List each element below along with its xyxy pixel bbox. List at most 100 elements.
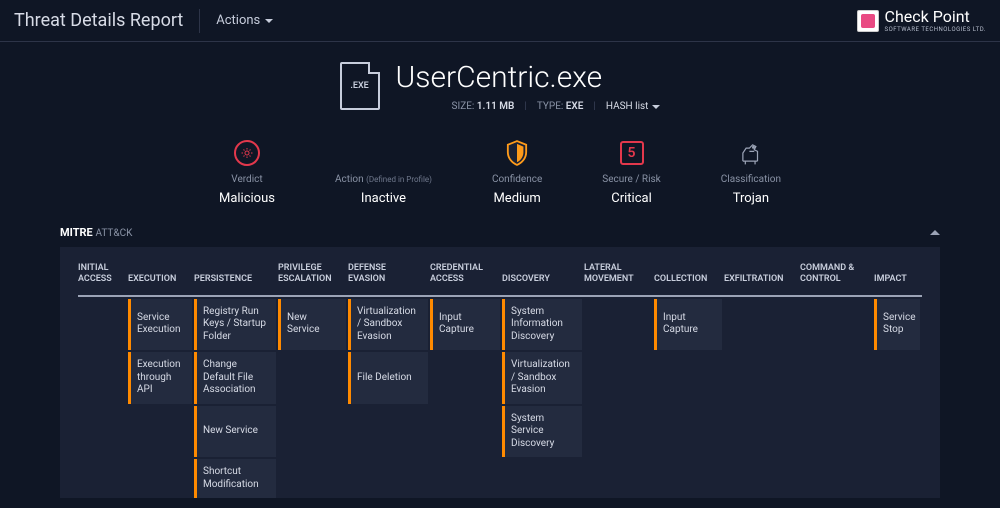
mitre-technique-cell[interactable]: Service Execution: [128, 299, 192, 351]
mitre-empty-cell: [128, 459, 192, 498]
mitre-column-header: COMMAND & CONTROL: [800, 263, 874, 297]
mitre-empty-cell: [430, 406, 500, 458]
hash-label: HASH list: [606, 101, 649, 112]
hash-list-dropdown[interactable]: HASH list: [606, 101, 661, 112]
mitre-empty-cell: [724, 406, 798, 458]
mitre-empty-cell: [800, 406, 872, 458]
mitre-technique-cell[interactable]: Input Capture: [654, 299, 722, 351]
exe-badge: .EXE: [350, 81, 368, 91]
verdict-value: Malicious: [219, 191, 275, 206]
risk-label: Secure / Risk: [602, 174, 661, 185]
mitre-technique-cell[interactable]: Virtualization / Sandbox Evasion: [348, 299, 428, 351]
mitre-technique-cell[interactable]: Shortcut Modification: [194, 459, 276, 498]
classification-label: Classification: [721, 174, 781, 185]
mitre-empty-cell: [278, 406, 346, 458]
file-title-row: .EXE UserCentric.exe SIZE: 1.11 MB | TYP…: [340, 60, 661, 112]
actions-label: Actions: [216, 13, 260, 28]
mitre-empty-cell: [430, 352, 500, 404]
mitre-empty-cell: [78, 299, 126, 351]
mitre-column-header: LATERAL MOVEMENT: [584, 263, 654, 297]
mitre-technique-cell[interactable]: File Deletion: [348, 352, 428, 404]
mitre-technique-cell[interactable]: New Service: [194, 406, 276, 458]
mitre-technique-cell[interactable]: System Information Discovery: [502, 299, 582, 351]
mitre-column-header: DISCOVERY: [502, 263, 584, 297]
mitre-empty-cell: [584, 406, 652, 458]
collapse-chevron-icon[interactable]: [930, 230, 940, 235]
mitre-technique-cell[interactable]: Input Capture: [430, 299, 500, 351]
risk-score-icon: 5: [617, 138, 647, 168]
mitre-body: INITIAL ACCESSEXECUTIONPERSISTENCEPRIVIL…: [60, 247, 940, 498]
mitre-empty-cell: [502, 459, 582, 498]
top-bar: Threat Details Report Actions Check Poin…: [0, 0, 1000, 42]
mitre-technique-cell[interactable]: Virtualization / Sandbox Evasion: [502, 352, 582, 404]
confidence-indicator: Confidence Medium: [492, 138, 542, 206]
verdict-label: Verdict: [231, 174, 262, 185]
mitre-technique-cell[interactable]: System Service Discovery: [502, 406, 582, 458]
mitre-empty-cell: [78, 352, 126, 404]
mitre-empty-cell: [874, 352, 920, 404]
mitre-empty-cell: [78, 406, 126, 458]
mitre-empty-cell: [724, 299, 798, 351]
mitre-technique-cell[interactable]: Service Stop: [874, 299, 920, 351]
mitre-technique-cell[interactable]: Registry Run Keys / Startup Folder: [194, 299, 276, 351]
classification-value: Trojan: [733, 191, 769, 206]
mitre-empty-cell: [874, 406, 920, 458]
action-icon: [368, 138, 398, 168]
file-header: .EXE UserCentric.exe SIZE: 1.11 MB | TYP…: [0, 42, 1000, 120]
mitre-empty-cell: [724, 352, 798, 404]
meta-divider: |: [593, 101, 595, 112]
mitre-section: MITRE ATT&CK INITIAL ACCESSEXECUTIONPERS…: [0, 220, 1000, 498]
logo-mark-icon: [857, 10, 879, 32]
mitre-empty-cell: [348, 459, 428, 498]
meta-divider: |: [524, 101, 526, 112]
mitre-empty-cell: [584, 459, 652, 498]
top-bar-left: Threat Details Report Actions: [14, 9, 273, 33]
action-value: Inactive: [361, 191, 406, 206]
mitre-empty-cell: [430, 459, 500, 498]
mitre-empty-cell: [654, 406, 722, 458]
mitre-column-header: DEFENSE EVASION: [348, 263, 430, 297]
mitre-empty-cell: [584, 299, 652, 351]
mitre-grid: INITIAL ACCESSEXECUTIONPERSISTENCEPRIVIL…: [78, 263, 922, 498]
mitre-empty-cell: [654, 459, 722, 498]
mitre-empty-cell: [874, 459, 920, 498]
malware-icon: [232, 138, 262, 168]
risk-score: 5: [620, 141, 644, 165]
mitre-technique-cell[interactable]: Change Default File Association: [194, 352, 276, 404]
divider: [199, 9, 200, 33]
mitre-empty-cell: [724, 459, 798, 498]
logo-name: Check Point: [885, 9, 986, 25]
shield-icon: [502, 138, 532, 168]
mitre-column-header: EXECUTION: [128, 263, 194, 297]
mitre-empty-cell: [654, 352, 722, 404]
mitre-empty-cell: [278, 352, 346, 404]
mitre-empty-cell: [584, 352, 652, 404]
mitre-empty-cell: [800, 459, 872, 498]
logo-tagline: SOFTWARE TECHNOLOGIES LTD.: [885, 27, 986, 33]
trojan-horse-icon: [736, 138, 766, 168]
mitre-technique-cell[interactable]: New Service: [278, 299, 346, 351]
indicator-row: Verdict Malicious Action (Defined in Pro…: [0, 120, 1000, 220]
exe-file-icon: .EXE: [340, 62, 380, 110]
actions-dropdown[interactable]: Actions: [216, 13, 273, 28]
risk-indicator: 5 Secure / Risk Critical: [602, 138, 661, 206]
mitre-header[interactable]: MITRE ATT&CK: [60, 220, 940, 247]
mitre-column-header: PERSISTENCE: [194, 263, 278, 297]
type-value: EXE: [566, 101, 584, 112]
mitre-column-header: CREDENTIAL ACCESS: [430, 263, 502, 297]
mitre-empty-cell: [348, 406, 428, 458]
size-value: 1.11 MB: [477, 101, 515, 112]
page-title: Threat Details Report: [14, 10, 183, 31]
logo-text: Check Point SOFTWARE TECHNOLOGIES LTD.: [885, 9, 986, 33]
mitre-empty-cell: [278, 459, 346, 498]
mitre-column-header: COLLECTION: [654, 263, 724, 297]
file-name: UserCentric.exe: [396, 60, 661, 95]
mitre-technique-cell[interactable]: Execution through API: [128, 352, 192, 404]
mitre-column-header: INITIAL ACCESS: [78, 263, 128, 297]
classification-indicator: Classification Trojan: [721, 138, 781, 206]
action-label: Action (Defined in Profile): [335, 174, 432, 185]
mitre-empty-cell: [800, 299, 872, 351]
confidence-label: Confidence: [492, 174, 542, 185]
confidence-value: Medium: [493, 191, 540, 206]
verdict-indicator: Verdict Malicious: [219, 138, 275, 206]
